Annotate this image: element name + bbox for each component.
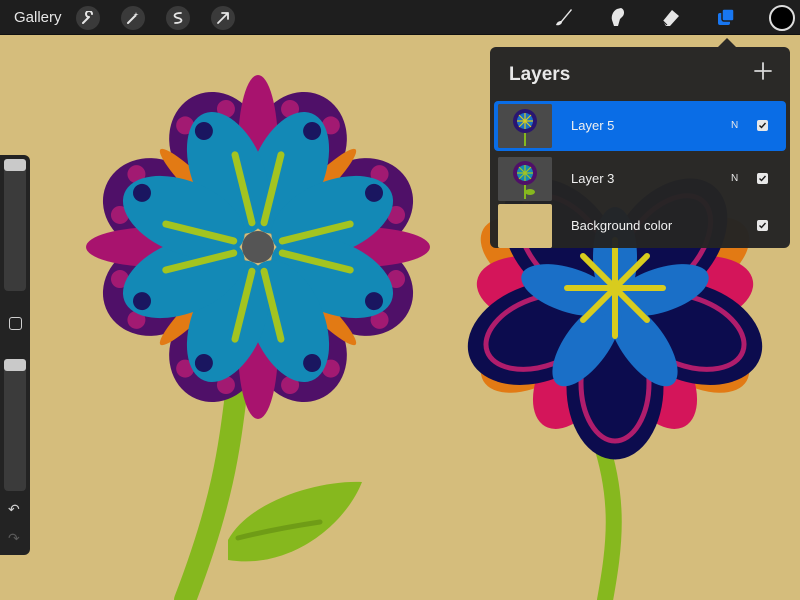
layer-row[interactable]: Layer 3 N — [494, 154, 786, 204]
wrench-icon[interactable] — [76, 6, 100, 30]
leaf — [228, 481, 362, 562]
gallery-button[interactable]: Gallery — [14, 9, 62, 26]
blend-mode-button[interactable]: N — [731, 173, 738, 184]
checkmark-icon — [759, 175, 767, 182]
layer-thumbnail — [498, 104, 552, 148]
transform-arrow-icon[interactable] — [211, 6, 235, 30]
layer-row[interactable]: Layer 5 N — [494, 101, 786, 151]
opacity-slider[interactable] — [4, 359, 26, 491]
plus-icon — [754, 62, 772, 80]
layer-name: Layer 5 — [571, 118, 615, 133]
visibility-checkbox[interactable] — [757, 220, 768, 231]
blend-mode-button[interactable]: N — [731, 120, 738, 131]
undo-icon[interactable]: ↶ — [8, 501, 20, 518]
top-toolbar: Gallery — [0, 0, 800, 35]
small-flower-stem — [592, 432, 622, 600]
redo-icon[interactable]: ↷ — [8, 530, 20, 547]
opacity-thumb[interactable] — [4, 359, 26, 371]
layer-thumbnail — [498, 157, 552, 201]
background-color-swatch[interactable] — [498, 204, 552, 248]
brush-size-thumb[interactable] — [4, 159, 26, 171]
visibility-checkbox[interactable] — [757, 120, 768, 131]
left-sidebar: ↶ ↷ — [0, 155, 30, 555]
eyedropper-square-button[interactable] — [9, 317, 22, 330]
layers-panel: Layers Layer 5 N Layer 3 N Background co… — [490, 47, 790, 248]
layers-panel-pointer — [718, 38, 736, 47]
smudge-icon[interactable] — [604, 4, 630, 30]
big-flower — [86, 75, 430, 419]
layers-title: Layers — [509, 64, 571, 85]
add-layer-button[interactable] — [752, 60, 774, 82]
brush-icon[interactable] — [551, 4, 577, 30]
magic-wand-icon[interactable] — [121, 6, 145, 30]
brush-size-slider[interactable] — [4, 159, 26, 291]
selection-icon[interactable] — [166, 6, 190, 30]
checkmark-icon — [759, 122, 767, 129]
layer-name: Background color — [571, 218, 673, 233]
visibility-checkbox[interactable] — [757, 173, 768, 184]
background-color-row[interactable]: Background color — [494, 201, 786, 251]
layer-name: Layer 3 — [571, 171, 615, 186]
color-picker-swatch[interactable] — [769, 5, 795, 31]
eraser-icon[interactable] — [658, 4, 684, 30]
checkmark-icon — [759, 222, 767, 229]
layers-icon[interactable] — [713, 4, 739, 30]
